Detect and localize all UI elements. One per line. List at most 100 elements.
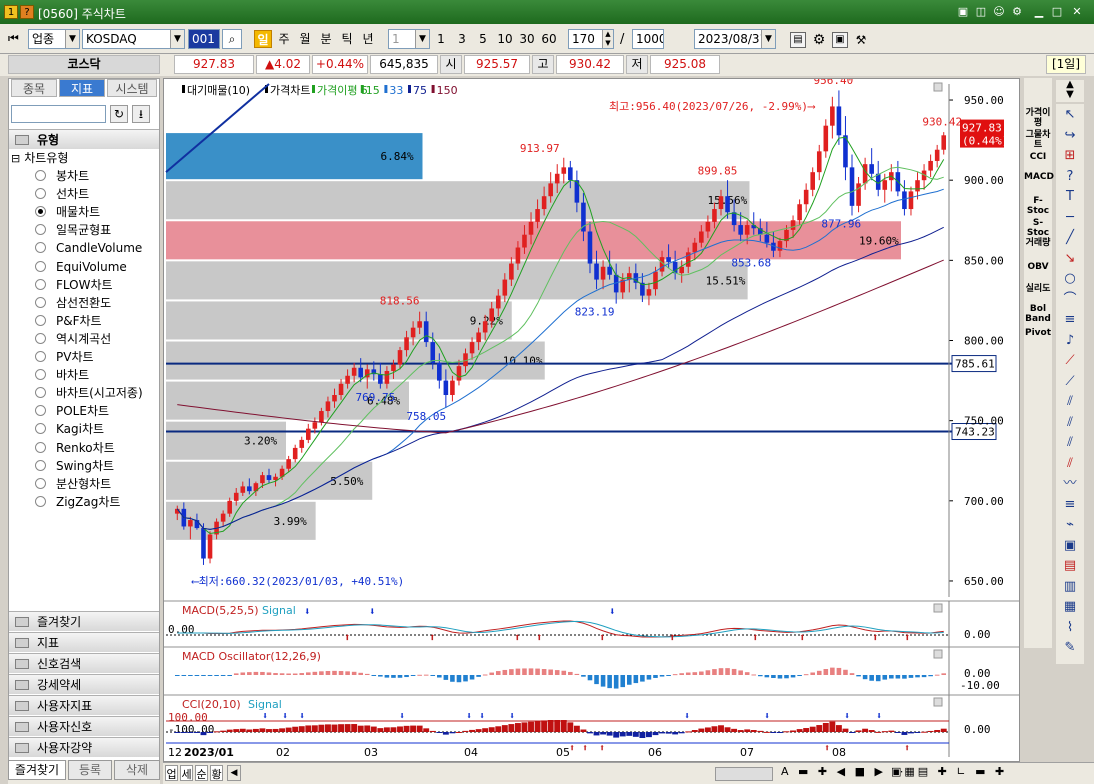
close-button[interactable]: ✕ (1070, 5, 1084, 19)
wave-icon[interactable]: 〰 (1060, 475, 1080, 493)
horizontal-scrollbar[interactable] (243, 767, 713, 781)
folder-6[interactable]: 사용자강약 (9, 737, 159, 757)
chart-type-item[interactable]: 삼선전환도 (9, 294, 111, 312)
indicator-button-1[interactable]: 그물차트 (1024, 130, 1052, 150)
indicator-button-6[interactable]: 거래량 (1024, 238, 1052, 248)
gear-icon[interactable]: ⚙ (811, 32, 827, 48)
indicator-search-input[interactable] (11, 105, 106, 123)
grid4-icon[interactable]: ⫽ (1060, 455, 1080, 473)
radio-button[interactable] (35, 242, 46, 254)
indicator-button-7[interactable]: OBV (1024, 262, 1052, 272)
hline-icon[interactable]: ─ (1060, 209, 1080, 227)
period-tick-button[interactable]: 틱 (338, 30, 356, 48)
period-week-button[interactable]: 주 (275, 30, 293, 48)
tools-scroll-up-icon[interactable]: ▲ ▼ (1056, 80, 1084, 102)
search-icon[interactable]: ⌕ (222, 29, 242, 49)
tab-stocks[interactable]: 종목 (11, 79, 57, 97)
radio-button[interactable] (35, 405, 46, 417)
chart-type-item[interactable]: P&F차트 (9, 312, 102, 330)
arc-icon[interactable]: ⌒ (1060, 291, 1080, 309)
chart-type-item[interactable]: EquiVolume (9, 258, 127, 276)
settings-icon[interactable]: ⚙ (1010, 5, 1024, 19)
auto-icon[interactable]: ⌁ (1060, 516, 1080, 534)
channel-icon[interactable]: ≡ (1060, 311, 1080, 329)
grid3-icon[interactable]: ⫽ (1060, 434, 1080, 452)
interval-1-button[interactable]: 1 (432, 30, 450, 48)
period-month-button[interactable]: 월 (296, 30, 314, 48)
radio-button[interactable] (35, 441, 46, 453)
fan-icon[interactable]: ⟋ (1060, 373, 1080, 391)
max-count-input[interactable]: 1000 (632, 29, 664, 49)
chart-type-item[interactable]: 매물차트 (9, 203, 100, 221)
user-icon[interactable]: ☺ (992, 5, 1006, 19)
tool-icon[interactable]: ✎ (1060, 639, 1080, 657)
radio-button[interactable] (35, 224, 46, 236)
chart-type-item[interactable]: 바차트 (9, 366, 89, 384)
chart-type-item[interactable]: Swing차트 (9, 457, 114, 475)
count-stepper[interactable]: 170 ▲ ▼ (568, 29, 614, 49)
all-icon[interactable]: ⊞ (1060, 147, 1080, 165)
delete-button[interactable]: 삭제 (114, 760, 160, 780)
grid2-icon[interactable]: ⫽ (1060, 414, 1080, 432)
print-icon[interactable]: ▤ (790, 32, 806, 48)
indicator-button-9[interactable]: Bol Band (1024, 304, 1052, 324)
interval-5-button[interactable]: 5 (474, 30, 492, 48)
folder-1[interactable]: 지표 (9, 632, 159, 652)
chart-type-item[interactable]: ZigZag차트 (9, 493, 120, 511)
text-icon[interactable]: T (1060, 188, 1080, 206)
interval-60-button[interactable]: 60 (539, 30, 559, 48)
chart-type-item[interactable]: 선차트 (9, 185, 89, 203)
tab-status[interactable]: 황 (210, 765, 223, 781)
list-icon[interactable]: ▥ (1060, 578, 1080, 596)
radio-button[interactable] (35, 188, 46, 200)
radio-button[interactable] (35, 423, 46, 435)
radio-button[interactable] (35, 387, 46, 399)
chart-area[interactable]: 대기매물(10)가격차트가격이평 51533751506.84%15.56%19… (163, 74, 1021, 763)
help-icon[interactable]: ? (1060, 168, 1080, 186)
indicator-button-10[interactable]: Pivot (1024, 328, 1052, 338)
chart-type-item[interactable]: Kagi차트 (9, 420, 104, 438)
line-icon[interactable]: ╱ (1060, 229, 1080, 247)
interval-30-button[interactable]: 30 (517, 30, 537, 48)
chart-type-item[interactable]: 봉차트 (9, 167, 89, 185)
tab-up[interactable]: 업 (165, 765, 178, 781)
radio-button[interactable] (35, 314, 46, 326)
grid1-icon[interactable]: ⫽ (1060, 393, 1080, 411)
zoom-slider[interactable] (715, 767, 773, 781)
circle-icon[interactable]: ○ (1060, 270, 1080, 288)
date-picker[interactable]: 2023/08/31 ▼ (694, 29, 776, 49)
radio-button[interactable] (35, 170, 46, 181)
window-badge-1[interactable]: 1 (4, 5, 18, 19)
indicator-button-4[interactable]: F-Stoc (1024, 196, 1052, 216)
chart-icon[interactable]: ▦ (1060, 598, 1080, 616)
tab-favorites[interactable]: 즐겨찾기 (8, 760, 66, 780)
interval-10-button[interactable]: 10 (495, 30, 515, 48)
pin-icon[interactable]: ▣ (956, 5, 970, 19)
radio-button[interactable] (35, 369, 46, 381)
tab-systems[interactable]: 시스템 (107, 79, 157, 97)
symbol-select[interactable]: KOSDAQ ▼ (82, 29, 185, 49)
chart-type-item[interactable]: 역시계곡선 (9, 330, 111, 348)
period-year-button[interactable]: 년 (359, 30, 377, 48)
chart-type-item[interactable]: 일목균형표 (9, 221, 111, 239)
price-chart-svg[interactable]: 대기매물(10)가격차트가격이평 51533751506.84%15.56%19… (164, 74, 1021, 763)
chart-type-item[interactable]: 바차트(시고저종) (9, 384, 143, 402)
chart-type-item[interactable]: 분산형차트 (9, 475, 111, 493)
radio-button[interactable] (35, 332, 46, 344)
radio-button[interactable] (35, 296, 46, 308)
undo-icon[interactable]: ↪ (1060, 127, 1080, 145)
radio-button[interactable] (35, 477, 46, 489)
save-icon[interactable]: ▣ (832, 32, 848, 48)
tree-chart-types[interactable]: ⊟ 차트유형 (11, 149, 68, 167)
radio-button[interactable] (35, 495, 46, 507)
period-day-button[interactable]: 일 (254, 30, 272, 48)
scroll-left-icon[interactable]: ◀ (227, 765, 241, 781)
tab-indicators[interactable]: 지표 (59, 79, 105, 97)
chart-type-item[interactable]: CandleVolume (9, 239, 142, 257)
period-minute-button[interactable]: 분 (317, 30, 335, 48)
indicator-button-8[interactable]: 실리도 (1024, 284, 1052, 294)
folder-0[interactable]: 즐겨찾기 (9, 611, 159, 631)
indicator-button-3[interactable]: MACD (1024, 172, 1054, 182)
link-icon[interactable]: ◫ (974, 5, 988, 19)
tab-detail[interactable]: 세 (180, 765, 193, 781)
